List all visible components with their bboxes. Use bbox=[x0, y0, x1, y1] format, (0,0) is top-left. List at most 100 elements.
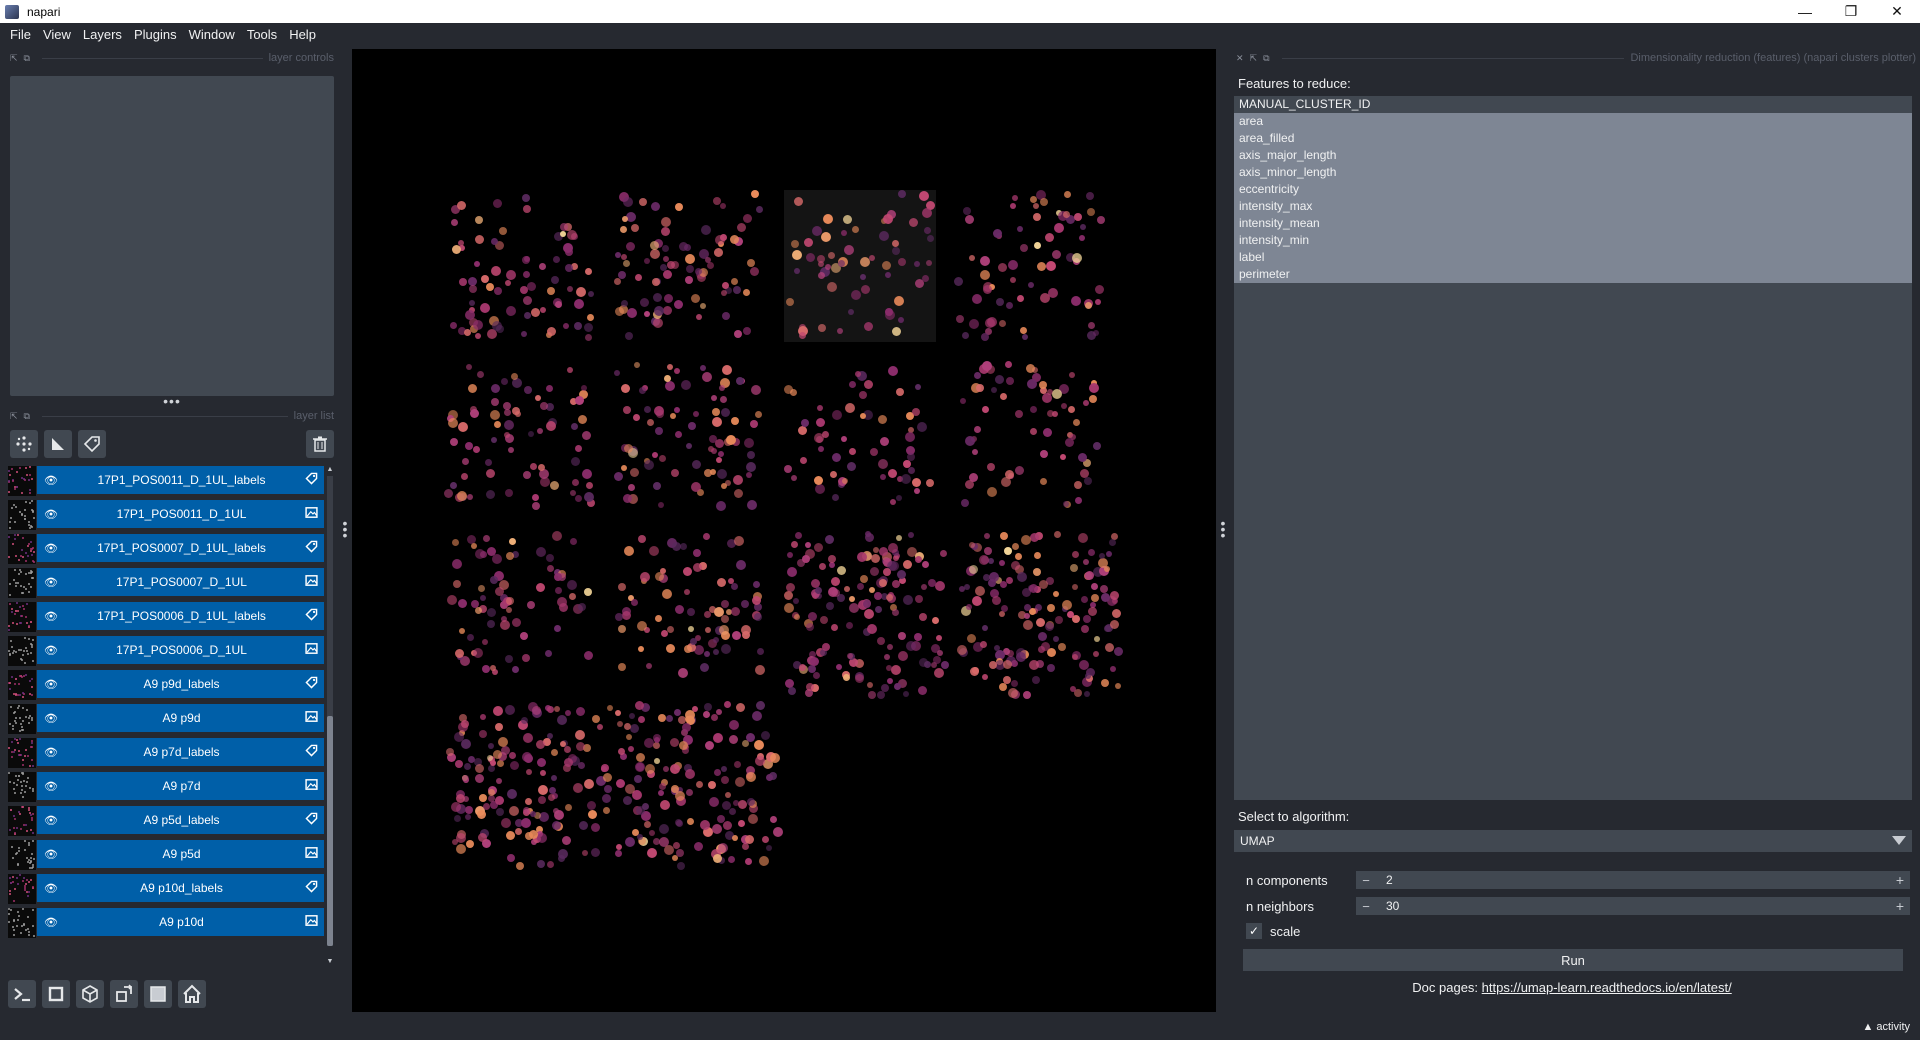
feature-item[interactable]: axis_major_length bbox=[1234, 147, 1912, 164]
feature-item[interactable]: MANUAL_CLUSTER_ID bbox=[1234, 96, 1912, 113]
layer-row[interactable]: 👁 17P1_POS0007_D_1UL_labels bbox=[8, 534, 324, 564]
eye-icon[interactable]: 👁 bbox=[37, 916, 65, 929]
feature-item[interactable]: perimeter bbox=[1234, 266, 1912, 283]
layer-name[interactable]: A9 p7d_labels bbox=[65, 745, 298, 759]
viewer-canvas[interactable] bbox=[352, 49, 1216, 1012]
layer-list-scrollbar[interactable]: ▲ ▼ bbox=[326, 466, 334, 966]
n-neighbors-value[interactable]: 30 bbox=[1376, 899, 1890, 913]
eye-icon[interactable]: 👁 bbox=[37, 882, 65, 895]
layer-item[interactable]: 👁 A9 p10d_labels bbox=[37, 874, 324, 904]
eye-icon[interactable]: 👁 bbox=[37, 508, 65, 521]
layer-item[interactable]: 👁 17P1_POS0007_D_1UL bbox=[37, 568, 324, 598]
feature-item[interactable]: label bbox=[1234, 249, 1912, 266]
dock-splitter-handle[interactable]: ••• bbox=[160, 394, 184, 408]
layer-row[interactable]: 👁 A9 p5d bbox=[8, 840, 324, 870]
algorithm-select[interactable]: UMAP bbox=[1234, 830, 1912, 852]
feature-item[interactable]: area bbox=[1234, 113, 1912, 130]
layer-row[interactable]: 👁 17P1_POS0007_D_1UL bbox=[8, 568, 324, 598]
new-labels-layer-button[interactable] bbox=[78, 430, 106, 458]
eye-icon[interactable]: 👁 bbox=[37, 576, 65, 589]
feature-item[interactable]: area_filled bbox=[1234, 130, 1912, 147]
feature-item[interactable]: intensity_min bbox=[1234, 232, 1912, 249]
undock-icon[interactable]: ⧉ bbox=[24, 53, 30, 64]
float-icon[interactable]: ⇱ bbox=[10, 53, 18, 64]
eye-icon[interactable]: 👁 bbox=[37, 610, 65, 623]
eye-icon[interactable]: 👁 bbox=[37, 678, 65, 691]
layer-name[interactable]: A9 p7d bbox=[65, 779, 298, 793]
layer-item[interactable]: 👁 A9 p7d bbox=[37, 772, 324, 802]
grid-view-button[interactable] bbox=[144, 980, 172, 1008]
eye-icon[interactable]: 👁 bbox=[37, 542, 65, 555]
layer-row[interactable]: 👁 17P1_POS0006_D_1UL bbox=[8, 636, 324, 666]
transpose-dims-button[interactable] bbox=[110, 980, 138, 1008]
layer-row[interactable]: 👁 17P1_POS0011_D_1UL bbox=[8, 500, 324, 530]
n-neighbors-spinbox[interactable]: − 30 + bbox=[1356, 897, 1910, 915]
n-components-spinbox[interactable]: − 2 + bbox=[1356, 871, 1910, 889]
layer-name[interactable]: 17P1_POS0011_D_1UL bbox=[65, 507, 298, 521]
layer-item[interactable]: 👁 A9 p5d bbox=[37, 840, 324, 870]
float-icon[interactable]: ⇱ bbox=[10, 411, 18, 422]
feature-item[interactable]: intensity_max bbox=[1234, 198, 1912, 215]
layer-name[interactable]: A9 p9d bbox=[65, 711, 298, 725]
feature-item[interactable]: intensity_mean bbox=[1234, 215, 1912, 232]
menu-window[interactable]: Window bbox=[183, 23, 241, 47]
layer-row[interactable]: 👁 A9 p10d bbox=[8, 908, 324, 938]
new-points-layer-button[interactable] bbox=[10, 430, 38, 458]
layer-row[interactable]: 👁 A9 p9d bbox=[8, 704, 324, 734]
layer-item[interactable]: 👁 17P1_POS0011_D_1UL bbox=[37, 500, 324, 530]
eye-icon[interactable]: 👁 bbox=[37, 644, 65, 657]
eye-icon[interactable]: 👁 bbox=[37, 746, 65, 759]
layer-name[interactable]: A9 p9d_labels bbox=[65, 677, 298, 691]
layer-row[interactable]: 👁 A9 p5d_labels bbox=[8, 806, 324, 836]
eye-icon[interactable]: 👁 bbox=[37, 712, 65, 725]
scroll-up-arrow-icon[interactable]: ▲ bbox=[326, 466, 334, 474]
n-components-value[interactable]: 2 bbox=[1376, 873, 1890, 887]
layer-item[interactable]: 👁 A9 p7d_labels bbox=[37, 738, 324, 768]
eye-icon[interactable]: 👁 bbox=[37, 848, 65, 861]
new-shapes-layer-button[interactable] bbox=[44, 430, 72, 458]
layer-row[interactable]: 👁 17P1_POS0006_D_1UL_labels bbox=[8, 602, 324, 632]
eye-icon[interactable]: 👁 bbox=[37, 814, 65, 827]
layer-row[interactable]: 👁 A9 p7d bbox=[8, 772, 324, 802]
eye-icon[interactable]: 👁 bbox=[37, 474, 65, 487]
layer-item[interactable]: 👁 17P1_POS0006_D_1UL_labels bbox=[37, 602, 324, 632]
layer-row[interactable]: 👁 A9 p7d_labels bbox=[8, 738, 324, 768]
layer-name[interactable]: 17P1_POS0006_D_1UL bbox=[65, 643, 298, 657]
minimize-button[interactable]: — bbox=[1782, 0, 1828, 23]
layer-item[interactable]: 👁 17P1_POS0007_D_1UL_labels bbox=[37, 534, 324, 564]
increment-icon[interactable]: + bbox=[1890, 898, 1910, 914]
menu-help[interactable]: Help bbox=[283, 23, 322, 47]
features-list[interactable]: MANUAL_CLUSTER_ID area area_filled axis_maj… bbox=[1234, 96, 1912, 800]
layer-name[interactable]: A9 p10d bbox=[65, 915, 298, 929]
layer-item[interactable]: 👁 A9 p10d bbox=[37, 908, 324, 938]
maximize-button[interactable]: ❐ bbox=[1828, 0, 1874, 23]
eye-icon[interactable]: 👁 bbox=[37, 780, 65, 793]
left-dock-splitter[interactable]: • • • bbox=[342, 516, 348, 550]
scale-checkbox[interactable]: ✓ bbox=[1246, 923, 1262, 939]
decrement-icon[interactable]: − bbox=[1356, 899, 1376, 914]
scroll-down-arrow-icon[interactable]: ▼ bbox=[326, 958, 334, 966]
layer-row[interactable]: 👁 A9 p10d_labels bbox=[8, 874, 324, 904]
activity-toggle[interactable]: ▲ activity bbox=[1862, 1021, 1910, 1033]
layer-name[interactable]: A9 p10d_labels bbox=[65, 881, 298, 895]
layer-item[interactable]: 👁 A9 p9d_labels bbox=[37, 670, 324, 700]
layer-item[interactable]: 👁 A9 p9d bbox=[37, 704, 324, 734]
layer-name[interactable]: A9 p5d bbox=[65, 847, 298, 861]
layer-item[interactable]: 👁 17P1_POS0011_D_1UL_labels bbox=[37, 466, 324, 496]
layer-item[interactable]: 👁 A9 p5d_labels bbox=[37, 806, 324, 836]
layer-item[interactable]: 👁 17P1_POS0006_D_1UL bbox=[37, 636, 324, 666]
run-button[interactable]: Run bbox=[1243, 949, 1903, 971]
menu-tools[interactable]: Tools bbox=[241, 23, 283, 47]
menu-file[interactable]: File bbox=[4, 23, 37, 47]
layer-name[interactable]: 17P1_POS0006_D_1UL_labels bbox=[65, 609, 298, 623]
menu-view[interactable]: View bbox=[37, 23, 77, 47]
home-button[interactable] bbox=[178, 980, 206, 1008]
roll-dims-button[interactable] bbox=[76, 980, 104, 1008]
toggle-ndisplay-button[interactable] bbox=[42, 980, 70, 1008]
increment-icon[interactable]: + bbox=[1890, 872, 1910, 888]
layer-name[interactable]: 17P1_POS0007_D_1UL_labels bbox=[65, 541, 298, 555]
menu-plugins[interactable]: Plugins bbox=[128, 23, 183, 47]
layer-name[interactable]: A9 p5d_labels bbox=[65, 813, 298, 827]
decrement-icon[interactable]: − bbox=[1356, 873, 1376, 888]
menu-layers[interactable]: Layers bbox=[77, 23, 128, 47]
